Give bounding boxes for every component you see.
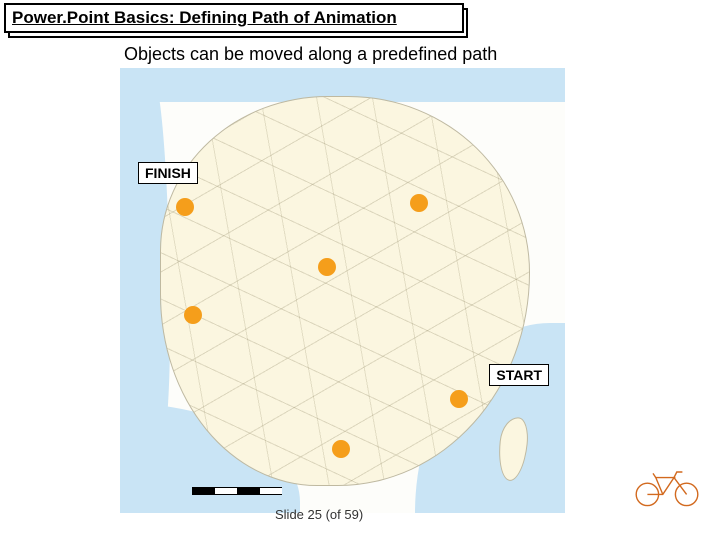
slide: Power.Point Basics: Defining Path of Ani… xyxy=(0,0,720,540)
map-scale-bar xyxy=(192,487,282,495)
path-dot xyxy=(184,306,202,324)
title-box: Power.Point Basics: Defining Path of Ani… xyxy=(4,3,464,33)
start-label: START xyxy=(489,364,549,386)
france-landmass xyxy=(160,96,530,486)
slide-subtitle: Objects can be moved along a predefined … xyxy=(124,44,497,65)
path-dot xyxy=(450,390,468,408)
bicycle-icon xyxy=(632,464,702,508)
path-dot xyxy=(332,440,350,458)
finish-label: FINISH xyxy=(138,162,198,184)
map-container: FINISH START xyxy=(120,68,565,513)
path-dot xyxy=(318,258,336,276)
slide-title: Power.Point Basics: Defining Path of Ani… xyxy=(12,8,397,28)
slide-number: Slide 25 (of 59) xyxy=(275,507,363,522)
region-borders xyxy=(161,97,529,485)
path-dot xyxy=(176,198,194,216)
path-dot xyxy=(410,194,428,212)
